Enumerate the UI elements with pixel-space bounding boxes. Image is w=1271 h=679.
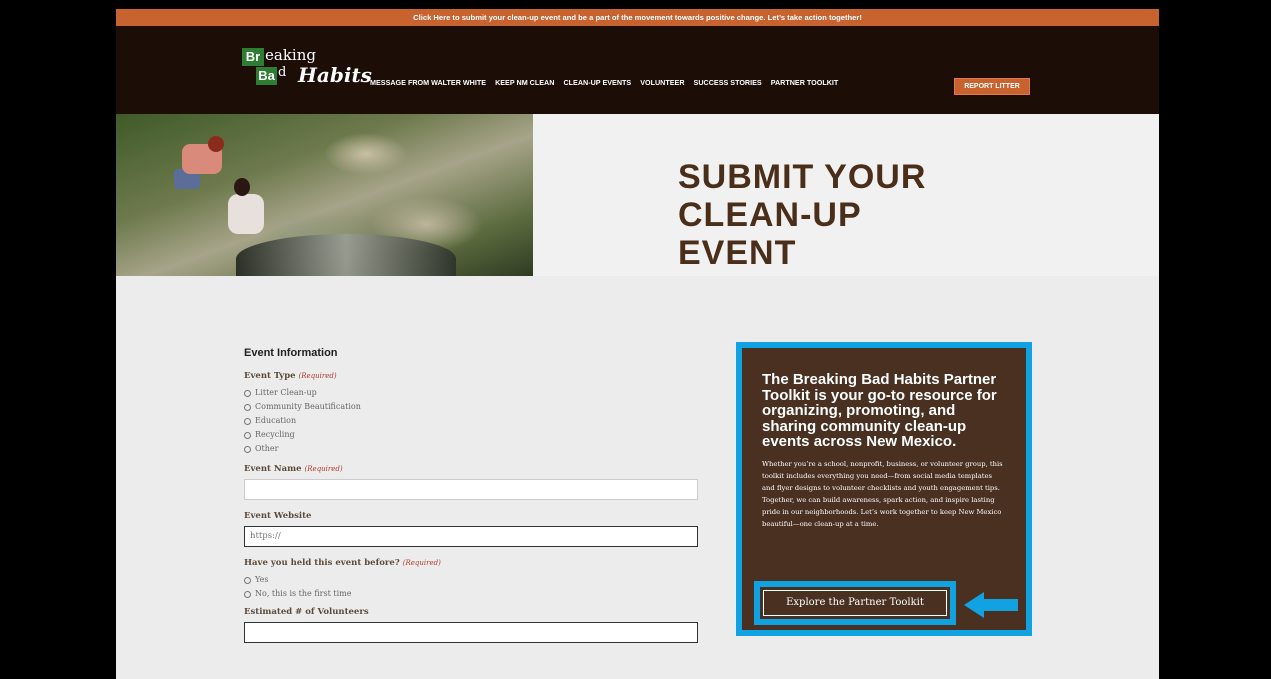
toolkit-cta-highlight: Explore the Partner Toolkit [754,581,956,625]
event-website-input[interactable]: https:// [244,526,698,547]
radio-label: Education [255,416,297,425]
logo-word-eaking: eaking [265,46,316,64]
event-type-label-text: Event Type [244,371,296,381]
hero-photo-volunteer-2-head [234,178,250,196]
radio-recycling[interactable]: Recycling [244,428,700,442]
radio-label: Recycling [255,430,295,439]
nav-item-volunteer[interactable]: VOLUNTEER [640,78,684,87]
held-before-group: Yes No, this is the first time [244,573,700,601]
radio-circle-icon [244,445,251,453]
page-title-line-1: SUBMIT YOUR [678,158,927,196]
explore-partner-toolkit-button[interactable]: Explore the Partner Toolkit [763,590,947,616]
radio-education[interactable]: Education [244,414,700,428]
hero-photo [116,114,533,276]
top-nav: Br eaking Ba d Habits MESSAGE FROM WALTE… [116,26,1159,114]
event-type-label: Event Type (Required) [244,371,700,381]
announcement-banner[interactable]: Click Here to submit your clean-up event… [116,9,1159,26]
held-before-label-text: Have you held this event before? [244,558,400,568]
radio-circle-icon [244,389,251,397]
radio-no-first-time[interactable]: No, this is the first time [244,587,700,601]
event-name-label: Event Name (Required) [244,464,700,474]
event-name-input[interactable] [244,479,698,500]
radio-label: Yes [255,575,269,584]
radio-circle-icon [244,417,251,425]
report-litter-button[interactable]: REPORT LITTER [954,78,1030,95]
nav-item-clean-up-events[interactable]: CLEAN-UP EVENTS [563,78,631,87]
page-title-line-2: CLEAN-UP EVENT [678,196,862,272]
logo-element-br: Br [242,48,264,66]
event-type-group: Litter Clean-up Community Beautification… [244,386,700,456]
hero-photo-water [236,234,456,276]
logo-element-ba: Ba [256,67,277,85]
page: Click Here to submit your clean-up event… [116,9,1159,679]
required-tag: (Required) [298,372,337,380]
event-form: Event Information Event Type (Required) … [244,347,700,654]
nav-item-message-from-walter-white[interactable]: MESSAGE FROM WALTER WHITE [370,78,486,87]
radio-circle-icon [244,576,251,584]
volunteers-label: Estimated # of Volunteers [244,607,369,617]
radio-circle-icon [244,403,251,411]
page-title: SUBMIT YOUR CLEAN-UP EVENT [678,158,978,272]
radio-label: Community Beautification [255,402,361,411]
logo-word-habits: Habits [298,63,372,87]
radio-other[interactable]: Other [244,442,700,456]
held-before-label: Have you held this event before? (Requir… [244,558,700,568]
radio-label: No, this is the first time [255,589,352,598]
radio-label: Litter Clean-up [255,388,317,397]
partner-toolkit-callout: The Breaking Bad Habits Partner Toolkit … [736,342,1032,636]
hero-photo-volunteer-1-head [208,136,224,152]
required-tag: (Required) [304,465,343,473]
logo-word-d: d [278,65,287,80]
radio-circle-icon [244,590,251,598]
toolkit-heading: The Breaking Bad Habits Partner Toolkit … [762,371,997,450]
form-section-heading: Event Information [244,347,338,359]
radio-litter-clean-up[interactable]: Litter Clean-up [244,386,700,400]
volunteers-input[interactable] [244,622,698,643]
radio-community-beautification[interactable]: Community Beautification [244,400,700,414]
event-website-label: Event Website [244,511,312,521]
required-tag: (Required) [402,559,441,567]
nav-item-partner-toolkit[interactable]: PARTNER TOOLKIT [771,78,839,87]
hero-section: SUBMIT YOUR CLEAN-UP EVENT [116,114,1159,276]
radio-circle-icon [244,431,251,439]
hero-photo-volunteer-2 [228,194,264,234]
main-menu: MESSAGE FROM WALTER WHITE KEEP NM CLEAN … [370,78,847,87]
radio-label: Other [255,444,279,453]
nav-item-success-stories[interactable]: SUCCESS STORIES [694,78,762,87]
site-logo[interactable]: Br eaking Ba d Habits [242,46,372,92]
toolkit-body: Whether you’re a school, nonprofit, busi… [762,459,1003,528]
arrow-left-icon [964,592,1018,618]
nav-item-keep-nm-clean[interactable]: KEEP NM CLEAN [495,78,554,87]
event-name-label-text: Event Name [244,464,302,474]
radio-yes[interactable]: Yes [244,573,700,587]
